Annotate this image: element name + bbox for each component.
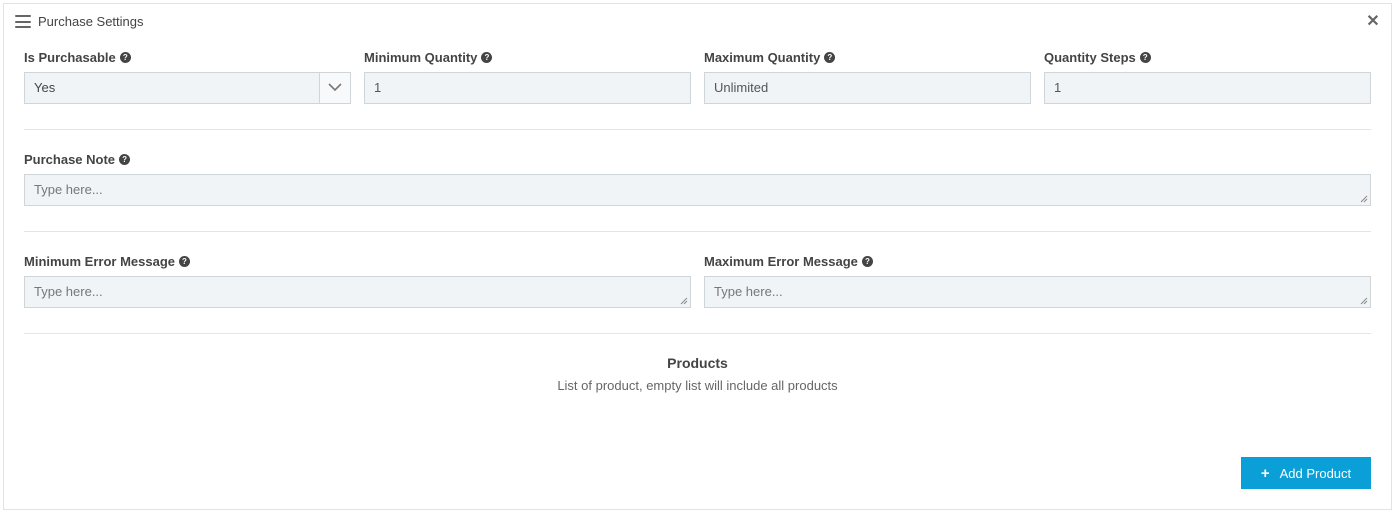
help-icon[interactable]: ?	[1139, 52, 1151, 63]
resize-grip-icon[interactable]	[680, 297, 688, 305]
hamburger-menu-icon[interactable]	[15, 15, 31, 28]
divider	[24, 231, 1371, 232]
close-icon[interactable]: ✕	[1363, 12, 1383, 32]
help-icon[interactable]: ?	[861, 256, 873, 267]
help-icon[interactable]: ?	[481, 52, 493, 63]
maximum-quantity-label-text: Maximum Quantity	[704, 50, 821, 65]
help-icon[interactable]: ?	[119, 52, 131, 63]
help-icon[interactable]: ?	[179, 256, 190, 267]
minimum-error-message-label: Minimum Error Message ?	[24, 254, 190, 269]
quantity-steps-label: Quantity Steps ?	[1044, 50, 1151, 65]
is-purchasable-label-text: Is Purchasable	[24, 50, 116, 65]
chevron-down-icon[interactable]	[319, 73, 350, 103]
is-purchasable-select[interactable]: Yes	[24, 72, 351, 104]
is-purchasable-label: Is Purchasable ?	[24, 50, 131, 65]
divider	[24, 129, 1371, 130]
help-icon[interactable]: ?	[119, 154, 131, 165]
maximum-error-message-label: Maximum Error Message ?	[704, 254, 873, 269]
minimum-quantity-label-text: Minimum Quantity	[364, 50, 478, 65]
plus-icon: +	[1260, 464, 1270, 482]
quantity-steps-label-text: Quantity Steps	[1044, 50, 1136, 65]
minimum-quantity-label: Minimum Quantity ?	[364, 50, 493, 65]
purchase-note-textarea[interactable]: Type here...	[24, 174, 1371, 206]
purchase-note-label: Purchase Note ?	[24, 152, 131, 167]
maximum-quantity-input[interactable]: Unlimited	[704, 72, 1031, 104]
quantity-steps-input[interactable]: 1	[1044, 72, 1371, 104]
maximum-error-message-textarea[interactable]: Type here...	[704, 276, 1371, 308]
maximum-error-message-label-text: Maximum Error Message	[704, 254, 858, 269]
purchase-settings-panel: Purchase Settings ✕ Is Purchasable ? Yes…	[3, 3, 1392, 510]
products-title: Products	[667, 355, 728, 371]
purchase-note-label-text: Purchase Note	[24, 152, 116, 167]
is-purchasable-value: Yes	[34, 80, 56, 95]
maximum-error-message-placeholder: Type here...	[714, 284, 783, 299]
products-subtitle: List of product, empty list will include…	[557, 378, 838, 393]
minimum-error-message-label-text: Minimum Error Message	[24, 254, 175, 269]
add-product-label: Add Product	[1279, 465, 1352, 481]
add-product-button[interactable]: + Add Product	[1241, 457, 1371, 489]
minimum-quantity-input[interactable]: 1	[364, 72, 691, 104]
divider	[24, 333, 1371, 334]
maximum-quantity-label: Maximum Quantity ?	[704, 50, 836, 65]
panel-title: Purchase Settings	[38, 14, 144, 29]
help-icon[interactable]: ?	[824, 52, 836, 63]
resize-grip-icon[interactable]	[1360, 195, 1368, 203]
purchase-note-placeholder: Type here...	[34, 182, 103, 197]
minimum-error-message-placeholder: Type here...	[34, 284, 103, 299]
panel-header: Purchase Settings ✕	[4, 4, 1391, 40]
minimum-error-message-textarea[interactable]: Type here...	[24, 276, 691, 308]
resize-grip-icon[interactable]	[1360, 297, 1368, 305]
